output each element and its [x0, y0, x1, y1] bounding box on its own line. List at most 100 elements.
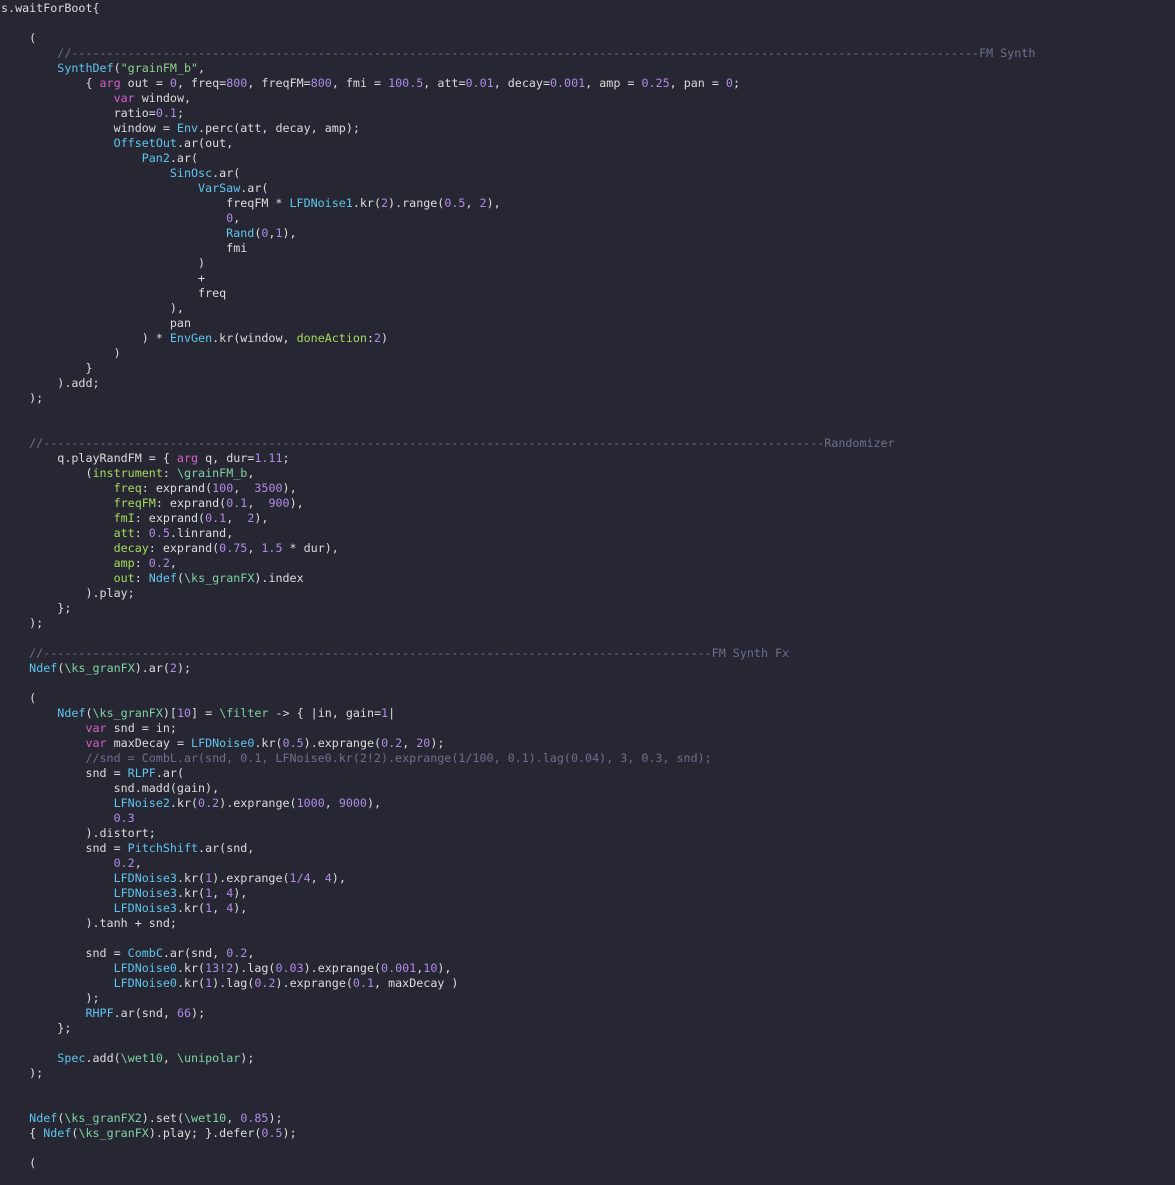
code-line: ).distort; — [1, 826, 156, 841]
code-token: LFDNoise3 — [113, 886, 177, 900]
code-line: SynthDef("grainFM_b", — [1, 61, 205, 76]
code-token: .kr( — [176, 886, 206, 900]
code-token: 4 — [324, 871, 332, 885]
code-token: EnvGen — [169, 331, 213, 345]
code-token: : — [366, 331, 374, 345]
code-token: LFDNoise3 — [113, 901, 177, 915]
code-line: Spec.add(\wet10, \unipolar); — [1, 1051, 254, 1066]
code-line: snd = RLPF.ar( — [1, 766, 184, 781]
code-token: ( — [113, 61, 121, 75]
code-token: ( — [1, 31, 37, 45]
code-token: \ks_granFX — [64, 661, 135, 675]
code-token: q, dur= — [198, 451, 255, 465]
code-line: RHPF.ar(snd, 66); — [1, 1006, 205, 1021]
code-token: \grainFM_b — [176, 466, 248, 480]
code-line: 0, — [1, 211, 240, 226]
code-token: //--------------------------------------… — [1, 646, 790, 660]
code-line: snd = PitchShift.ar(snd, — [1, 841, 254, 856]
code-token: ).exprange( — [303, 961, 382, 975]
code-token: snd.madd(gain), — [1, 781, 220, 795]
code-line: ) — [1, 346, 121, 361]
code-token: , pan = — [669, 76, 726, 90]
code-token: , — [247, 466, 255, 480]
code-line: { arg out = 0, freq=800, freqFM=800, fmi… — [1, 76, 740, 91]
code-token: } — [1, 361, 93, 375]
code-token: snd = — [1, 766, 128, 780]
code-token: .kr(window, — [212, 331, 297, 345]
code-token: 1000 — [296, 796, 325, 810]
code-line: ); — [1, 1066, 43, 1081]
code-token: 0.5 — [444, 196, 466, 210]
code-token: Ndef — [148, 571, 177, 585]
code-token: freq — [113, 481, 142, 495]
code-line: window = Env.perc(att, decay, amp); — [1, 121, 360, 136]
code-token: : exprand( — [141, 481, 213, 495]
code-token: , — [233, 481, 255, 495]
code-line: ) — [1, 256, 205, 271]
code-token: ), — [331, 871, 346, 885]
code-line: freqFM * LFDNoise1.kr(2).range(0.5, 2), — [1, 196, 501, 211]
code-token: : — [134, 556, 149, 570]
code-token: 1.11 — [254, 451, 283, 465]
code-token: ).exprange( — [212, 871, 290, 885]
code-token: ); — [268, 1111, 283, 1125]
code-token: ).distort; — [1, 826, 156, 840]
code-token: ).index — [254, 571, 304, 585]
code-token: ) — [1, 346, 121, 360]
code-line: //--------------------------------------… — [1, 646, 789, 661]
code-line: freq: exprand(100, 3500), — [1, 481, 297, 496]
code-token: .kr( — [352, 196, 381, 210]
code-token: , — [212, 886, 227, 900]
code-token: //--------------------------------------… — [1, 46, 1036, 60]
code-token: freqFM * — [1, 196, 290, 210]
code-token: Ndef — [43, 1126, 72, 1140]
code-token: + — [1, 271, 206, 285]
code-token: ).play; }.defer( — [148, 1126, 262, 1140]
code-token: ).range( — [388, 196, 445, 210]
code-token: -> { |in, gain= — [268, 706, 382, 720]
code-token: 0 — [169, 76, 177, 90]
code-line: snd.madd(gain), — [1, 781, 220, 796]
code-token: 0.1 — [205, 511, 227, 525]
code-token: ), — [366, 796, 382, 810]
code-token: Pan2 — [141, 151, 170, 165]
code-token: 0.2 — [113, 856, 135, 870]
code-token: att — [113, 526, 135, 540]
code-token: ), — [254, 511, 269, 525]
code-token: ), — [282, 481, 297, 495]
code-token: : exprand( — [148, 541, 220, 555]
code-token: ( — [1, 691, 37, 705]
code-token: LFDNoise0 — [113, 976, 177, 990]
code-token: ), — [282, 226, 297, 240]
code-token: ; — [732, 76, 741, 90]
code-line: }; — [1, 1021, 71, 1036]
code-token: var — [85, 736, 107, 750]
code-line: att: 0.5.linrand, — [1, 526, 234, 541]
code-line: decay: exprand(0.75, 1.5 * dur), — [1, 541, 339, 556]
code-line: //--------------------------------------… — [1, 46, 1035, 61]
code-line: Pan2.ar( — [1, 151, 198, 166]
code-token: , — [169, 556, 177, 570]
code-token: Env — [176, 121, 199, 135]
code-line: ) * EnvGen.kr(window, doneAction:2) — [1, 331, 388, 346]
code-line: ); — [1, 991, 99, 1006]
code-line: var snd = in; — [1, 721, 177, 736]
code-line: LFDNoise3.kr(1, 4), — [1, 886, 248, 901]
code-line: ( — [1, 1156, 36, 1171]
code-token: .add( — [85, 1051, 121, 1065]
code-token: .kr( — [254, 736, 283, 750]
code-token: 2 — [169, 661, 177, 675]
code-token: snd = in; — [106, 721, 177, 735]
code-token: 1.5 — [261, 541, 283, 555]
code-line: + — [1, 271, 205, 286]
code-editor[interactable]: s.waitForBoot{ ( //---------------------… — [0, 0, 1175, 1185]
code-token: 9000 — [338, 796, 367, 810]
code-line: Ndef(\ks_granFX).ar(2); — [1, 661, 191, 676]
code-token: , — [247, 496, 269, 510]
